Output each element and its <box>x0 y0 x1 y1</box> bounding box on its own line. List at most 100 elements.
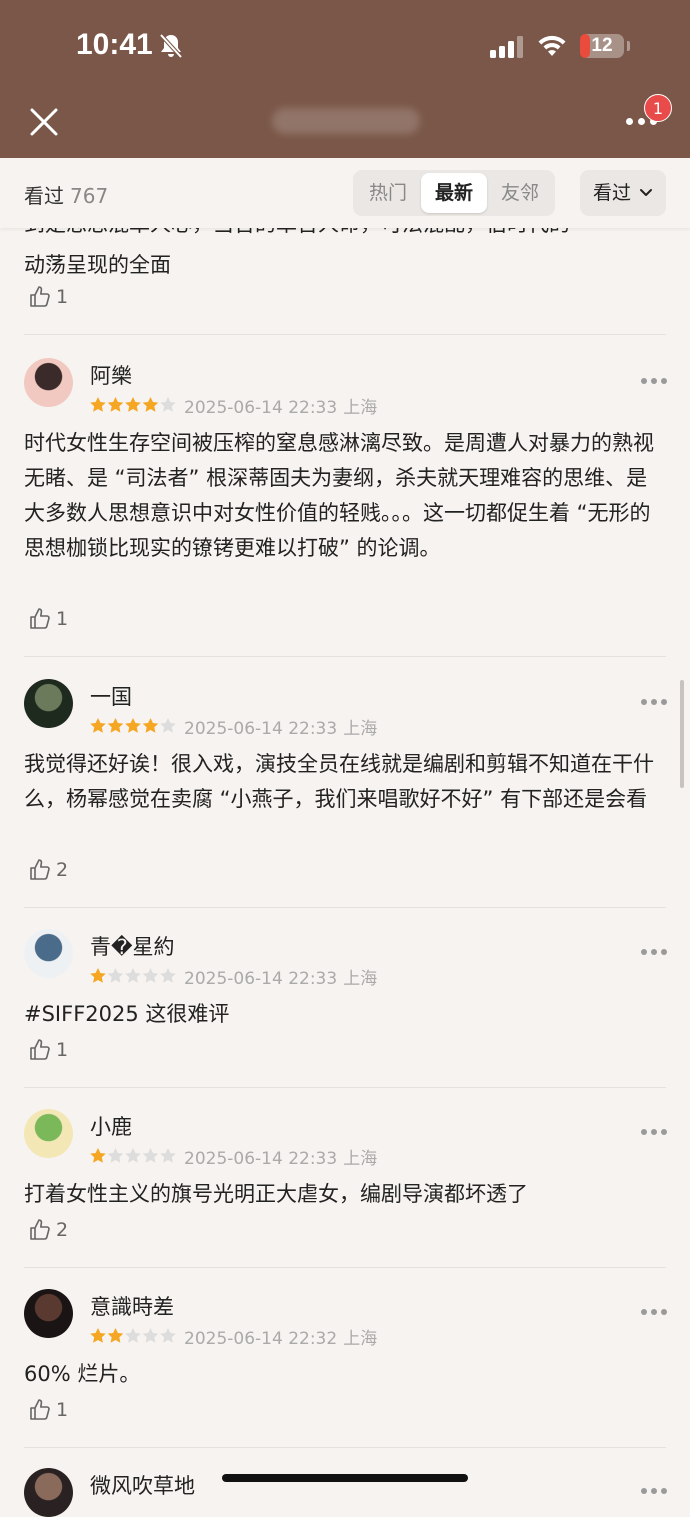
username[interactable]: 青�星約 <box>90 931 175 961</box>
review-meta: 2025-06-14 22:33 上海 <box>184 714 377 739</box>
star-empty-icon <box>160 397 176 412</box>
like-count: 1 <box>56 1039 69 1061</box>
review-meta: 2025-06-14 22:33 上海 <box>184 393 377 418</box>
seen-count: 看过 767 <box>24 180 108 209</box>
star-empty-icon <box>107 968 124 983</box>
like-count: 2 <box>56 859 69 881</box>
review-text: 60% 烂片。 <box>24 1362 141 1386</box>
rating-stars <box>90 1148 176 1163</box>
review-location: 上海 <box>343 1149 378 1169</box>
avatar[interactable] <box>24 1289 73 1338</box>
divider <box>24 1267 666 1268</box>
like-count: 1 <box>56 608 69 630</box>
battery-fill <box>580 34 590 58</box>
scrollbar[interactable] <box>680 680 684 788</box>
like-count: 2 <box>56 1219 69 1241</box>
battery-tip <box>627 41 630 51</box>
star-filled-icon <box>90 968 106 983</box>
username[interactable]: 小鹿 <box>90 1111 132 1141</box>
review-text-line: 动荡呈现的全面 <box>24 253 171 277</box>
review-text: 我觉得还好诶！很入戏，演技全员在线就是编剧和剪辑不知道在干什么，杨幂感觉在卖腐 … <box>24 752 654 811</box>
status-time: 10:41 <box>76 28 153 61</box>
top-header: 10:41 12 1 <box>0 0 690 158</box>
sort-tabs: 热门 最新 友邻 <box>353 170 555 216</box>
header-title-blurred <box>272 108 420 134</box>
home-indicator[interactable] <box>222 1474 468 1482</box>
review-meta: 2025-06-14 22:33 上海 <box>184 964 377 989</box>
seen-number: 767 <box>70 184 109 208</box>
review-meta: 2025-06-14 22:33 上海 <box>184 1144 377 1169</box>
divider <box>24 907 666 908</box>
star-filled-icon <box>142 397 159 412</box>
thumbs-up-icon <box>30 859 50 880</box>
review-date: 2025-06-14 22:33 <box>184 1149 338 1169</box>
filter-bar: 看过 767 热门 最新 友邻 看过 <box>0 158 690 228</box>
review-more-button[interactable] <box>641 948 667 956</box>
thumbs-up-icon <box>30 1039 50 1060</box>
username[interactable]: 意識時差 <box>90 1291 174 1321</box>
avatar[interactable] <box>24 1109 73 1158</box>
rating-stars <box>90 1328 176 1343</box>
status-dropdown[interactable]: 看过 <box>580 170 666 216</box>
review-location: 上海 <box>343 719 378 739</box>
divider <box>24 1447 666 1448</box>
chevron-down-icon <box>640 189 652 196</box>
star-filled-icon <box>107 397 124 412</box>
rating-stars <box>90 397 176 412</box>
wifi-icon <box>538 35 566 56</box>
review-more-button[interactable] <box>641 1308 667 1316</box>
review-more-button[interactable] <box>641 698 667 706</box>
notification-badge: 1 <box>644 94 672 122</box>
divider <box>24 656 666 657</box>
signal-icon <box>490 36 523 58</box>
review-date: 2025-06-14 22:33 <box>184 398 338 418</box>
review-text: 时代女性生存空间被压榨的窒息感淋漓尽致。是周遭人对暴力的熟视无睹、是 “司法者”… <box>24 431 654 560</box>
avatar[interactable] <box>24 929 73 978</box>
star-empty-icon <box>142 968 159 983</box>
star-filled-icon <box>90 1148 106 1163</box>
star-empty-icon <box>142 1148 159 1163</box>
close-icon[interactable] <box>28 106 60 138</box>
star-filled-icon <box>125 718 141 733</box>
star-empty-icon <box>125 1148 141 1163</box>
star-empty-icon <box>160 1328 176 1343</box>
divider <box>24 334 666 335</box>
avatar[interactable] <box>24 1468 73 1517</box>
star-empty-icon <box>160 968 176 983</box>
review-date: 2025-06-14 22:32 <box>184 1329 338 1349</box>
star-empty-icon <box>125 968 141 983</box>
star-filled-icon <box>107 718 124 733</box>
star-filled-icon <box>90 1328 106 1343</box>
review-more-button[interactable] <box>641 1487 667 1495</box>
avatar[interactable] <box>24 358 73 407</box>
review-more-button[interactable] <box>641 1128 667 1136</box>
username[interactable]: 阿樂 <box>90 360 132 390</box>
tab-latest[interactable]: 最新 <box>421 173 487 213</box>
seen-label: 看过 <box>24 184 64 208</box>
star-empty-icon <box>160 1148 176 1163</box>
review-location: 上海 <box>343 969 378 989</box>
tab-friends[interactable]: 友邻 <box>489 173 551 213</box>
star-empty-icon <box>125 1328 141 1343</box>
dropdown-label: 看过 <box>593 182 632 204</box>
star-filled-icon <box>107 1328 124 1343</box>
battery-indicator: 12 <box>580 34 624 58</box>
thumbs-up-icon <box>30 1219 50 1240</box>
star-empty-icon <box>107 1148 124 1163</box>
thumbs-up-icon <box>30 608 50 629</box>
review-more-button[interactable] <box>641 377 667 385</box>
rating-stars <box>90 718 176 733</box>
star-filled-icon <box>90 397 106 412</box>
review-text: 打着女性主义的旗号光明正大虐女，编剧导演都坏透了 <box>24 1182 528 1206</box>
username[interactable]: 一国 <box>90 681 132 711</box>
like-count: 1 <box>56 286 69 308</box>
star-empty-icon <box>142 1328 159 1343</box>
tab-hot[interactable]: 热门 <box>357 173 419 213</box>
avatar[interactable] <box>24 679 73 728</box>
thumbs-up-icon <box>30 286 50 307</box>
like-count: 1 <box>56 1399 69 1421</box>
review-date: 2025-06-14 22:33 <box>184 969 338 989</box>
review-text: #SIFF2025 这很难评 <box>24 1002 230 1026</box>
thumbs-up-icon <box>30 1399 50 1420</box>
star-filled-icon <box>125 397 141 412</box>
